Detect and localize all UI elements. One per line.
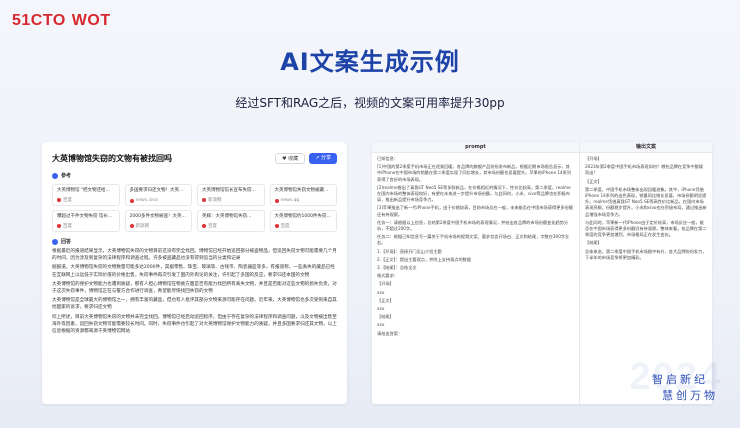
prompt-line: 1.【开场】：直接开门见山介绍主题 — [377, 248, 442, 254]
qa-actions: ♥ 收藏 ↗ 分享 — [275, 152, 337, 164]
slogan-line-1: 智启新纪 — [652, 373, 708, 386]
prompt-line: [2]realme推出了真我GT Neo5 SE等多款新品，在价格相近的情况下，… — [377, 184, 571, 203]
reference-label: 参考 — [61, 173, 72, 179]
prompt-column: prompt 已知信息： [1]中国的第2季度手机市场正在逐渐回暖，各品牌的旗舰… — [372, 142, 580, 404]
prompt-line: xxx — [377, 306, 385, 312]
reference-source: news.sina — [135, 198, 158, 203]
reference-card[interactable]: 大英博物馆馆长宣布失窃… 新浪网 — [197, 184, 265, 206]
answer-paragraph: 大英博物馆是全球最大的博物馆之一，拥有丰富的藏品，但也有人批评其部分文物来源可能… — [52, 298, 337, 311]
reference-card[interactable]: 大英博物馆失窃文物被藏… news.qq — [269, 184, 337, 206]
brand-51cto: 51CTO — [12, 12, 66, 29]
reference-card[interactable]: 英媒：大英博物馆失窃… 百度 — [197, 210, 265, 232]
slogan: 智启新纪 慧创万物 — [652, 372, 718, 404]
share-button[interactable]: ↗ 分享 — [309, 152, 337, 164]
qa-screenshot-card: 大英博物馆失窃的文物有被找回吗 ♥ 收藏 ↗ 分享 参考 大英博物馆 "把文物还… — [42, 142, 347, 404]
reference-source: 新浪网 — [208, 198, 222, 203]
reference-card[interactable]: 2000多件文物被盗！大英… 新浪网 — [124, 210, 192, 232]
output-line: 【正文】 — [585, 178, 602, 184]
reference-source: 百度 — [63, 224, 72, 229]
reference-source: 新浪网 — [135, 224, 150, 229]
output-column-header: 输出文案 — [580, 142, 712, 153]
prompt-line: [3]苹果推出了新一代iPhone手机，由于价格较高，目前市场反应一般，未来能否… — [377, 205, 573, 217]
favorite-button[interactable]: ♥ 收藏 — [275, 152, 306, 164]
reference-card[interactable]: 多国要求归还文物！大英… news.sina — [124, 184, 192, 206]
answer-paragraph: 据报道，大英博物馆失窃的文物数量可能多达2000件，其据零售、珠宝、玻璃等、古钱… — [52, 265, 335, 278]
reference-title: 大英博物馆约1000件失窃… — [274, 214, 331, 219]
reference-card[interactable]: 曝超过千件文物失窃 馆长… 百度 — [52, 210, 120, 232]
output-line: 第二季度，中国手机市场整体出现回暖迹象。其中，iPhone凭借iPhone 14… — [585, 186, 707, 217]
reference-title: 大英博物馆 "把文物还给… — [57, 188, 110, 193]
reference-card[interactable]: 大英博物馆约1000件失窃… 百度 — [269, 210, 337, 232]
answer-paragraph: 根据最近的报道结果显示，大英博物馆失窃的文物目前还没有完全找回。博物馆已经开始追… — [52, 249, 337, 262]
prompt-text: 已知信息： [1]中国的第2季度手机市场正在逐渐回暖，各品牌的旗舰产品纷纷发布新… — [372, 153, 579, 342]
answer-label: 回答 — [61, 239, 72, 245]
output-line: 2023年第2季度中国手机市场表现如何？哪些品牌在竞争中脱颖而出？ — [585, 164, 704, 176]
qa-header: 大英博物馆失窃的文物有被找回吗 ♥ 收藏 ↗ 分享 — [52, 150, 337, 166]
source-icon — [57, 224, 61, 228]
output-line: 与此同时，苹果新一代iPhone由于定价较高，市场反应一般，能否在中国市场获得更… — [585, 219, 707, 238]
prompt-line: 格式要求： — [377, 273, 398, 279]
source-icon — [129, 198, 134, 203]
source-icon — [129, 224, 134, 228]
prompt-line: 任务二：根据已知信息写一篇关于手机市场的视频文案，要求包含开场白、正文和结尾，字… — [377, 234, 570, 246]
prompt-line: 任务一：请根据以上信息，总结第2季度中国手机市场的表现情况，并给出各品牌的市场份… — [377, 219, 569, 232]
prompt-line: xxx — [377, 289, 385, 295]
reference-source: news.qq — [280, 198, 300, 203]
reference-title: 2000多件文物被盗！大英… — [129, 214, 186, 219]
qa-question: 大英博物馆失窃的文物有被找回吗 — [52, 153, 172, 163]
answer-paragraph: 综上所述，目前大英博物馆失窃的文物并未完全找回。博物馆已经启动追回程序，但由于存… — [52, 314, 337, 335]
prompt-line: 【结尾】 — [377, 314, 394, 320]
source-icon — [202, 198, 206, 202]
prompt-line: 【正文】 — [377, 297, 394, 303]
slide-title: AI文案生成示例 — [280, 48, 460, 76]
output-line: 【结尾】 — [585, 240, 602, 246]
brand-logo: 51CTO WOT — [12, 12, 111, 30]
source-icon — [202, 224, 206, 228]
output-text: 【开场】 2023年第2季度中国手机市场表现如何？哪些品牌在竞争中脱颖而出？ 【… — [580, 153, 712, 266]
answer-paragraph: 大英博物馆的保护文物能力也遭到质疑，那有人担心博物馆在物质方面是否有能力找回所有… — [52, 281, 337, 295]
slide-subtitle: 经过SFT和RAG之后，视频的文案可用率提升30pp — [235, 96, 505, 110]
prompt-line: 2.【正文】：提出主要观点，并附上支持观点的数据 — [377, 256, 472, 262]
reference-title: 曝超过千件文物失窃 馆长… — [57, 214, 113, 219]
reference-title: 大英博物馆馆长宣布失窃… — [202, 188, 256, 193]
answer-body: 根据最近的报道结果显示，大英博物馆失窃的文物目前还没有完全找回。博物馆已经开始追… — [52, 248, 337, 335]
reference-source: 百度 — [280, 224, 290, 229]
reference-icon — [52, 172, 58, 179]
prompt-line: 【开场】 — [377, 281, 394, 287]
source-icon — [274, 198, 279, 203]
reference-source: 百度 — [208, 224, 217, 229]
answer-icon — [52, 238, 58, 245]
prompt-line: 已知信息： — [377, 156, 398, 161]
prompt-column-header: prompt — [372, 142, 579, 153]
output-line: 总体来说，第二季度中国手机市场稳中有升，各大品牌纷纷发力，下半年的市场竞争将更加… — [585, 248, 707, 260]
source-icon — [274, 224, 279, 228]
output-line: 【开场】 — [585, 156, 602, 161]
reference-title: 多国要求归还文物！大英… — [129, 188, 184, 193]
prompt-line: 3.【结尾】：总结全文 — [377, 265, 417, 271]
slogan-line-2: 慧创万物 — [662, 389, 718, 402]
reference-source: 百度 — [63, 198, 72, 203]
reference-title: 大英博物馆失窃文物被藏… — [274, 188, 329, 193]
reference-card[interactable]: 大英博物馆 "把文物还给… 百度 — [52, 184, 120, 206]
reference-section-header: 参考 — [52, 172, 337, 179]
prompt-line: 请给出答案： — [377, 330, 403, 336]
answer-section-header: 回答 — [52, 238, 337, 245]
prompt-line: [1]中国的第2季度手机市场正在逐渐回暖，各品牌的旗舰产品纷纷发布新品，根据近期… — [377, 164, 572, 182]
brand-wot: WOT — [71, 12, 111, 29]
prompt-line: xxx — [377, 322, 385, 328]
source-icon — [57, 198, 61, 202]
reference-grid: 大英博物馆 "把文物还给… 百度 多国要求归还文物！大英… news.sina … — [52, 184, 337, 232]
reference-title: 英媒：大英博物馆失窃… — [202, 214, 252, 219]
